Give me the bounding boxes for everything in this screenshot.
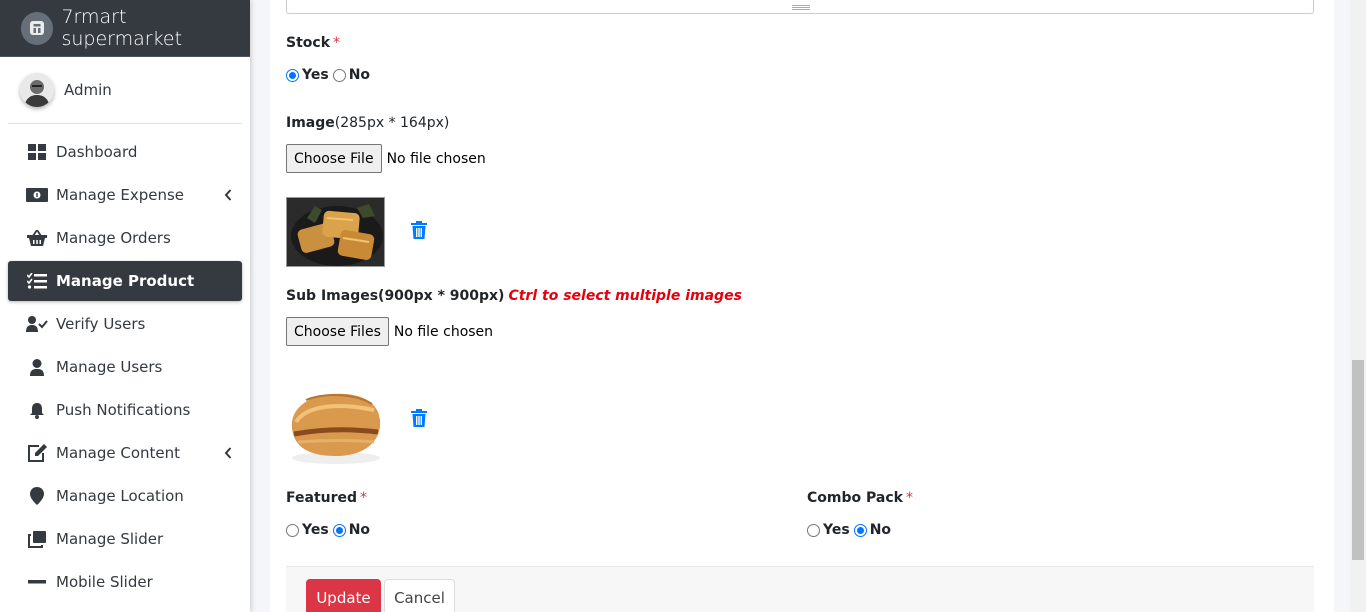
stock-yes-radio[interactable]	[286, 68, 299, 82]
combo-pack-no-radio[interactable]	[853, 523, 867, 537]
featured-yes-radio[interactable]	[286, 523, 299, 537]
stock-label: Stock *	[286, 35, 340, 51]
featured-label-text: Featured	[286, 490, 358, 506]
user-panel[interactable]: Admin	[8, 57, 242, 124]
stock-radio-group: Yes No	[286, 67, 374, 83]
combo-pack-label: Combo Pack *	[807, 490, 913, 506]
image-label-text: Image	[286, 115, 335, 131]
sidebar-item-manage-users[interactable]: Manage Users	[8, 347, 242, 387]
delete-sub-image-icon[interactable]	[411, 409, 427, 427]
files-status: No file chosen	[393, 323, 494, 340]
sidebar-item-label: Manage Content	[56, 444, 181, 462]
combo-pack-radio-group: Yes No	[807, 522, 895, 538]
sidebar-item-label: Manage Expense	[56, 186, 185, 204]
sidebar-nav: Dashboard Manage Expense Manage Orders M…	[0, 132, 250, 602]
scrollbar-thumb[interactable]	[1352, 360, 1364, 560]
cancel-button[interactable]: Cancel	[384, 579, 455, 612]
featured-no-radio[interactable]	[332, 523, 346, 537]
sidebar-item-verify-users[interactable]: Verify Users	[8, 304, 242, 344]
map-marker-icon	[26, 487, 48, 505]
sidebar-item-manage-expense[interactable]: Manage Expense	[8, 175, 242, 215]
page-scrollbar[interactable]	[1350, 0, 1366, 612]
file-status: No file chosen	[386, 150, 486, 167]
combo-pack-yes-label[interactable]: Yes	[823, 522, 850, 538]
editor-resize-bar[interactable]	[286, 0, 1314, 14]
basket-icon	[26, 229, 48, 247]
required-marker: *	[360, 490, 368, 506]
tasks-icon	[26, 272, 48, 290]
chevron-left-icon	[224, 445, 232, 463]
chevron-left-icon	[224, 187, 232, 205]
stock-label-text: Stock	[286, 35, 331, 51]
sidebar: 7rmart supermarket Admin Dashboard Manag…	[0, 0, 250, 612]
sidebar-item-manage-location[interactable]: Manage Location	[8, 476, 242, 516]
user-icon	[26, 358, 48, 376]
sidebar-item-label: Mobile Slider	[56, 573, 153, 591]
featured-radio-group: Yes No	[286, 522, 374, 538]
brand-text: 7rmart supermarket	[61, 6, 183, 50]
sub-images-label: Sub Images(900px * 900px) Ctrl to select …	[286, 288, 742, 304]
sidebar-item-label: Manage Users	[56, 358, 163, 376]
multi-select-note: Ctrl to select multiple images	[508, 288, 742, 304]
avatar	[20, 73, 54, 107]
user-name: Admin	[64, 81, 112, 99]
combo-pack-label-text: Combo Pack	[807, 490, 903, 506]
edit-icon	[26, 444, 48, 462]
sidebar-item-label: Dashboard	[56, 143, 138, 161]
brand-link[interactable]: 7rmart supermarket	[0, 0, 250, 57]
form-footer: Update Cancel	[286, 566, 1314, 612]
sidebar-item-manage-slider[interactable]: Manage Slider	[8, 519, 242, 559]
combo-pack-no-label[interactable]: No	[870, 522, 891, 538]
sidebar-item-manage-product[interactable]: Manage Product	[8, 261, 242, 301]
sidebar-item-manage-content[interactable]: Manage Content	[8, 433, 242, 473]
user-check-icon	[26, 315, 48, 333]
choose-file-button[interactable]: Choose File	[286, 144, 382, 173]
featured-yes-label[interactable]: Yes	[302, 522, 329, 538]
resize-grip-icon[interactable]	[792, 5, 810, 10]
minus-icon	[26, 573, 48, 591]
delete-image-icon[interactable]	[411, 221, 427, 239]
sub-images-label-text: Sub Images(900px * 900px)	[286, 288, 505, 304]
stock-no-radio[interactable]	[332, 68, 346, 82]
bell-icon	[26, 401, 48, 419]
product-image-thumbnail	[286, 197, 385, 267]
product-form-card: Stock * Yes No Image(285px * 164px) Choos…	[270, 0, 1334, 612]
sidebar-item-label: Manage Location	[56, 487, 184, 505]
choose-files-button[interactable]: Choose Files	[286, 317, 389, 346]
sidebar-item-label: Manage Orders	[56, 229, 171, 247]
update-button[interactable]: Update	[306, 579, 381, 612]
stock-yes-label[interactable]: Yes	[302, 67, 329, 83]
image-label: Image(285px * 164px)	[286, 115, 449, 131]
sidebar-item-label: Manage Product	[56, 272, 195, 290]
stock-no-label[interactable]: No	[349, 67, 370, 83]
sub-images-file-input: Choose Files No file chosen	[286, 317, 493, 346]
image-size-hint: (285px * 164px)	[334, 115, 450, 131]
sidebar-item-label: Push Notifications	[56, 401, 191, 419]
sidebar-item-dashboard[interactable]: Dashboard	[8, 132, 242, 172]
required-marker: *	[333, 35, 341, 51]
combo-pack-yes-radio[interactable]	[807, 523, 820, 537]
dashboard-icon	[26, 143, 48, 161]
sidebar-item-label: Verify Users	[56, 315, 146, 333]
clone-icon	[26, 530, 48, 548]
sidebar-item-push-notifications[interactable]: Push Notifications	[8, 390, 242, 430]
money-bill-icon	[26, 186, 48, 204]
sub-image-thumbnail	[286, 370, 385, 469]
sidebar-item-label: Manage Slider	[56, 530, 164, 548]
image-file-input: Choose File No file chosen	[286, 144, 486, 173]
sidebar-item-manage-orders[interactable]: Manage Orders	[8, 218, 242, 258]
featured-label: Featured *	[286, 490, 367, 506]
sidebar-item-mobile-slider[interactable]: Mobile Slider	[8, 562, 242, 602]
featured-no-label[interactable]: No	[349, 522, 370, 538]
required-marker: *	[905, 490, 913, 506]
main-content: Stock * Yes No Image(285px * 164px) Choos…	[250, 0, 1350, 612]
brand-logo	[21, 11, 54, 45]
